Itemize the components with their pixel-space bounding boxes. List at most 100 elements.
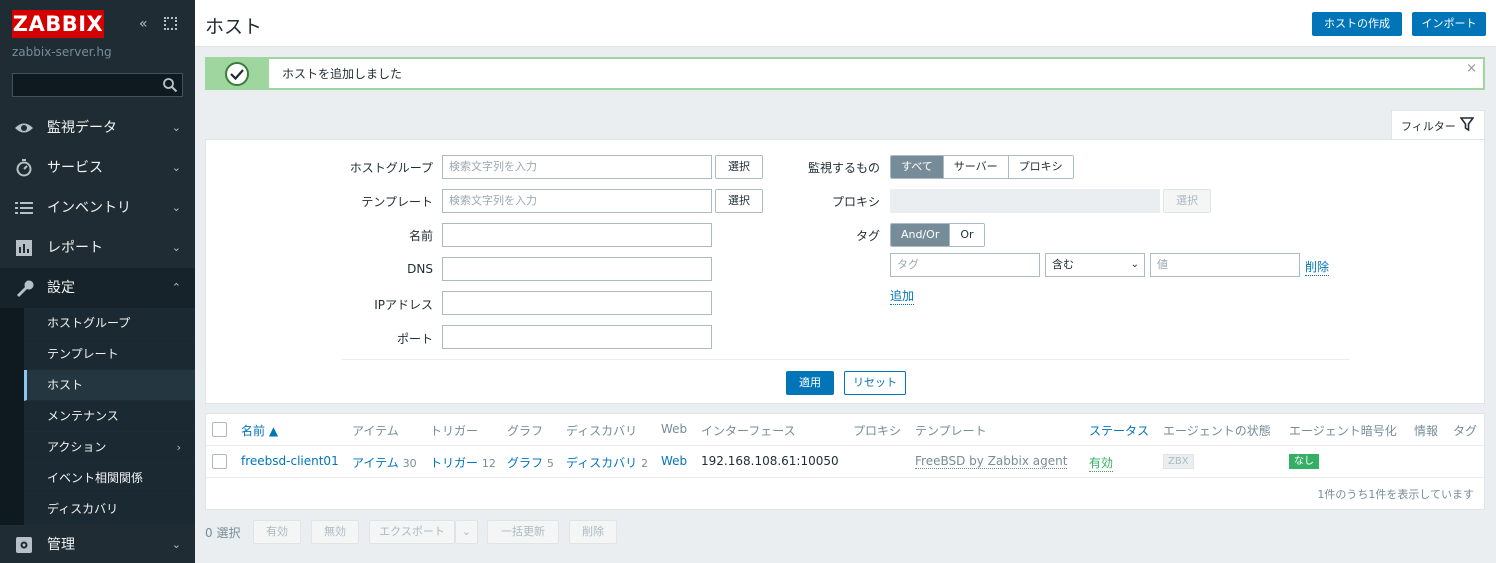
add-tag-link[interactable]: 追加 <box>890 287 915 305</box>
tag-operator-switch: And/Or Or <box>890 223 985 247</box>
menu-reports[interactable]: レポート ⌄ <box>0 228 195 268</box>
create-host-button[interactable]: ホストの作成 <box>1312 12 1402 36</box>
chevron-down-icon: ⌄ <box>171 121 181 134</box>
chevron-down-icon: ⌄ <box>171 538 181 551</box>
host-name-link[interactable]: freebsd-client01 <box>241 454 339 468</box>
kiosk-mode-icon[interactable] <box>164 17 177 30</box>
delete-button[interactable]: 削除 <box>569 520 617 544</box>
filter-icon <box>1460 117 1474 132</box>
list-icon <box>15 202 33 214</box>
selected-count: 0 選択 <box>205 526 241 540</box>
import-button[interactable]: インポート <box>1412 12 1486 36</box>
apply-button[interactable]: 適用 <box>786 371 834 395</box>
items-link[interactable]: アイテム <box>352 456 399 470</box>
gear-icon <box>16 537 32 553</box>
main-menu: 監視データ ⌄ サービス ⌄ インベントリ ⌄ レポート ⌄ 設定 ⌃ ホストグ… <box>0 108 195 563</box>
zabbix-logo[interactable]: ZABBIX <box>12 10 104 38</box>
triggers-cell: トリガー 12 <box>430 454 496 471</box>
select-all-checkbox[interactable] <box>212 422 227 437</box>
tag-condition-select[interactable]: 含む ⌄ <box>1045 253 1145 277</box>
sidebar: ZABBIX « zabbix-server.hg 監視データ ⌄ サービス ⌄ <box>0 0 195 563</box>
template-link[interactable]: FreeBSD by Zabbix agent <box>915 454 1068 469</box>
tag-label: タグ <box>855 229 880 243</box>
header-triggers: トリガー <box>430 424 479 438</box>
status-toggle[interactable]: 有効 <box>1089 454 1114 472</box>
chevron-up-icon: ⌃ <box>171 281 181 294</box>
interface-cell: 192.168.108.61:10050 <box>701 454 839 468</box>
menu-inventory[interactable]: インベントリ ⌄ <box>0 188 195 228</box>
chevron-down-icon: ⌄ <box>171 201 181 214</box>
header-graphs: グラフ <box>507 424 544 438</box>
submenu-templates[interactable]: テンプレート <box>24 339 195 370</box>
search-icon[interactable] <box>162 77 178 93</box>
tag-value-input[interactable]: 値 <box>1150 253 1300 277</box>
menu-label: 設定 <box>47 280 75 296</box>
hostgroup-select-button[interactable]: 選択 <box>715 155 763 179</box>
monitored-server-option[interactable]: サーバー <box>943 156 1009 178</box>
enable-button[interactable]: 有効 <box>253 520 301 544</box>
tag-name-input[interactable]: タグ <box>890 253 1040 277</box>
filter-tab-label: フィルター <box>1401 120 1456 133</box>
menu-administration[interactable]: 管理 ⌄ <box>0 525 195 563</box>
menu-configuration[interactable]: 設定 ⌃ <box>0 268 195 308</box>
menu-label: レポート <box>47 240 103 256</box>
menu-services[interactable]: サービス ⌄ <box>0 148 195 188</box>
mass-update-button[interactable]: 一括更新 <box>487 520 559 544</box>
submenu-maintenance[interactable]: メンテナンス <box>24 401 195 432</box>
name-label: 名前 <box>408 229 433 243</box>
paging-summary: 1件のうち1件を表示しています <box>1317 488 1474 501</box>
server-name: zabbix-server.hg <box>12 45 112 59</box>
header-name[interactable]: 名前 ▲ <box>241 422 278 439</box>
success-message: ホストを追加しました × <box>205 57 1485 90</box>
export-button[interactable]: エクスポート <box>369 520 455 544</box>
triggers-count: 12 <box>481 457 496 470</box>
template-select-button[interactable]: 選択 <box>715 189 763 213</box>
disable-button[interactable]: 無効 <box>311 520 359 544</box>
name-input[interactable] <box>442 223 712 247</box>
graphs-count: 5 <box>546 457 554 470</box>
header-items: アイテム <box>352 424 399 438</box>
submenu-hostgroups[interactable]: ホストグループ <box>24 308 195 339</box>
submenu-actions[interactable]: アクション › <box>24 432 195 463</box>
discovery-link[interactable]: ディスカバリ <box>566 456 637 470</box>
submenu-label: アクション <box>47 440 107 454</box>
row-divider <box>206 477 1484 478</box>
page-title: ホスト <box>205 16 263 38</box>
tag-andor-option[interactable]: And/Or <box>891 224 951 246</box>
chevron-right-icon: › <box>176 441 181 454</box>
graphs-link[interactable]: グラフ <box>507 456 543 470</box>
triggers-link[interactable]: トリガー <box>430 456 478 470</box>
hostgroup-input[interactable]: 検索文字列を入力 <box>442 155 712 179</box>
filter-panel: ホストグループ 検索文字列を入力 選択 テンプレート 検索文字列を入力 選択 名… <box>205 139 1485 404</box>
menu-monitoring[interactable]: 監視データ ⌄ <box>0 108 195 148</box>
items-cell: アイテム 30 <box>352 454 417 471</box>
web-link[interactable]: Web <box>661 454 687 468</box>
export-dropdown-button[interactable]: ⌄ <box>455 520 478 544</box>
header-agent-encryption: エージェント暗号化 <box>1289 424 1397 438</box>
monitored-all-option[interactable]: すべて <box>891 156 944 178</box>
close-icon[interactable]: × <box>1466 61 1477 76</box>
menu-label: 管理 <box>47 537 75 553</box>
header-status[interactable]: ステータス <box>1089 422 1149 439</box>
collapse-sidebar-icon[interactable]: « <box>139 16 155 32</box>
template-input[interactable]: 検索文字列を入力 <box>442 189 712 213</box>
reset-button[interactable]: リセット <box>844 371 906 395</box>
remove-tag-link[interactable]: 削除 <box>1305 258 1330 276</box>
header-discovery: ディスカバリ <box>566 424 638 438</box>
sidebar-search-input[interactable] <box>12 73 183 97</box>
ip-input[interactable] <box>442 291 712 315</box>
submenu-hosts[interactable]: ホスト <box>24 370 195 401</box>
tag-or-option[interactable]: Or <box>950 224 984 246</box>
filter-tab[interactable]: フィルター <box>1391 110 1485 140</box>
monitored-proxy-option[interactable]: プロキシ <box>1008 156 1073 178</box>
header-interface: インターフェース <box>701 424 796 438</box>
submenu-discovery[interactable]: ディスカバリ <box>24 494 195 525</box>
row-checkbox[interactable] <box>212 454 227 469</box>
chevron-down-icon: ⌄ <box>171 241 181 254</box>
header-divider <box>206 445 1484 446</box>
header-templates: テンプレート <box>915 424 987 438</box>
dns-input[interactable] <box>442 257 712 281</box>
port-input[interactable] <box>442 325 712 349</box>
wrench-icon <box>17 280 34 297</box>
submenu-event-correlation[interactable]: イベント相関関係 <box>24 463 195 494</box>
